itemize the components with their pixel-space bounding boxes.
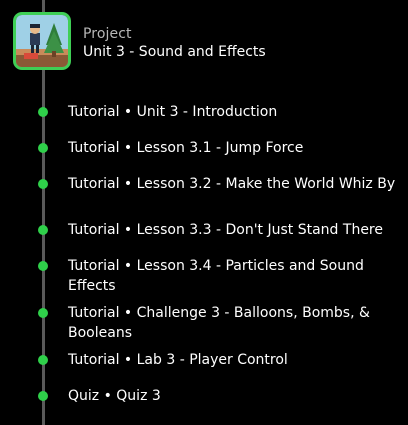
timeline-dot [38,225,48,235]
timeline-item-quiz-3[interactable]: Quiz • Quiz 3 [68,386,398,406]
timeline-dot [38,143,48,153]
timeline-item-lesson-3-4[interactable]: Tutorial • Lesson 3.4 - Particles and So… [68,256,398,296]
timeline-item-lesson-3-3[interactable]: Tutorial • Lesson 3.3 - Don't Just Stand… [68,220,398,240]
project-kicker: Project [83,26,132,42]
timeline-dot [38,391,48,401]
project-title[interactable]: Unit 3 - Sound and Effects [83,44,266,60]
timeline-item-lab-3[interactable]: Tutorial • Lab 3 - Player Control [68,350,398,370]
timeline-dot [38,107,48,117]
timeline-dot [38,261,48,271]
game-scene-thumbnail-icon [16,15,68,67]
timeline-dot [38,355,48,365]
timeline-item-unit3-introduction[interactable]: Tutorial • Unit 3 - Introduction [68,102,398,122]
timeline-item-lesson-3-2[interactable]: Tutorial • Lesson 3.2 - Make the World W… [68,174,398,194]
timeline-dot [38,308,48,318]
project-thumbnail[interactable] [16,15,68,67]
timeline-item-challenge-3[interactable]: Tutorial • Challenge 3 - Balloons, Bombs… [68,303,398,343]
timeline-item-lesson-3-1[interactable]: Tutorial • Lesson 3.1 - Jump Force [68,138,398,158]
timeline-dot [38,179,48,189]
